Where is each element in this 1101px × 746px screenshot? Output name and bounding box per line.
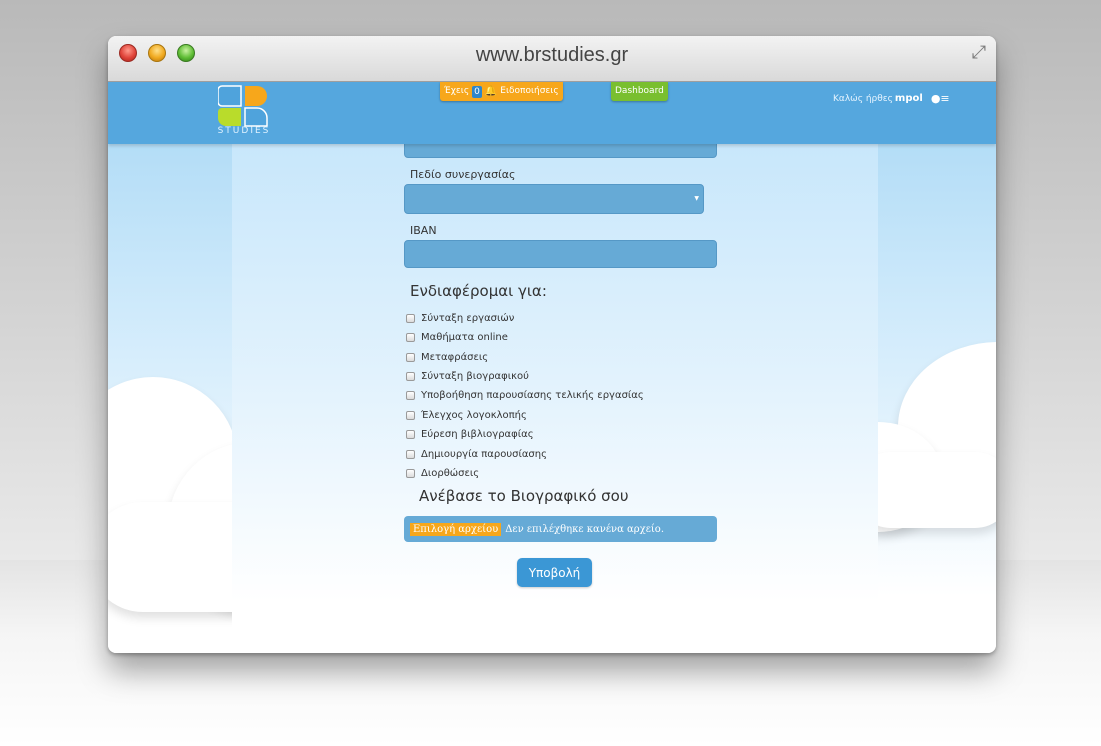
fullscreen-icon[interactable]: ⤢ <box>968 42 990 64</box>
interest-label: Μαθήματα online <box>421 331 508 343</box>
interest-heading: Ενδιαφέρομαι για: <box>410 282 547 300</box>
logo-text: STUDIES <box>217 126 271 136</box>
page-url: www.brstudies.gr <box>475 44 629 66</box>
interest-option[interactable]: Υποβοήθηση παρουσίασης τελικής εργασίας <box>406 387 644 403</box>
checkbox[interactable] <box>406 371 415 381</box>
cooperation-select[interactable]: ▼ <box>404 184 704 214</box>
chevron-down-icon: ▼ <box>694 195 699 202</box>
interest-label: Δημιουργία παρουσίασης <box>421 448 547 460</box>
interest-label: Σύνταξη βιογραφικού <box>421 370 529 382</box>
interest-label: Διορθώσεις <box>421 467 480 479</box>
interest-option[interactable]: Σύνταξη βιογραφικού <box>406 368 529 384</box>
page-viewport: Πεδίο συνεργασίας ▼ IBAN Ενδιαφέρομαι γι… <box>108 82 996 653</box>
interest-label: Σύνταξη εργασιών <box>421 312 515 324</box>
interest-option[interactable]: Έλεγχος λογοκλοπής <box>406 407 527 423</box>
notifications-button[interactable]: Έχεις 0 🔔 Ειδοποιήσεις <box>440 82 563 101</box>
checkbox[interactable] <box>406 410 415 420</box>
browser-window: www.brstudies.gr ⤢ Πεδίο συνεργασίας ▼ I… <box>108 36 996 653</box>
submit-button[interactable]: Υποβολή <box>517 558 592 587</box>
iban-input[interactable] <box>404 240 717 268</box>
upload-heading: Ανέβασε το Βιογραφικό σου <box>419 487 629 505</box>
checkbox[interactable] <box>406 352 415 362</box>
interest-option[interactable]: Σύνταξη εργασιών <box>406 310 514 326</box>
interest-label: Εύρεση βιβλιογραφίας <box>421 428 534 440</box>
interest-option[interactable]: Μαθήματα online <box>406 329 508 345</box>
checkbox[interactable] <box>406 332 415 342</box>
bell-icon: 🔔 <box>484 86 498 97</box>
interest-option[interactable]: Διορθώσεις <box>406 465 479 481</box>
notifications-count: 0 <box>472 85 482 98</box>
checkbox[interactable] <box>406 313 415 323</box>
iban-label: IBAN <box>410 224 437 237</box>
interest-option[interactable]: Μεταφράσεις <box>406 349 488 365</box>
file-status-text: Δεν επιλέχθηκε κανένα αρχείο. <box>505 523 665 535</box>
title-bar: www.brstudies.gr ⤢ <box>108 36 996 82</box>
file-upload-field: Επιλογή αρχείου Δεν επιλέχθηκε κανένα αρ… <box>404 516 717 542</box>
checkbox[interactable] <box>406 449 415 459</box>
choose-file-button[interactable]: Επιλογή αρχείου <box>410 522 502 536</box>
form-panel: Πεδίο συνεργασίας ▼ IBAN Ενδιαφέρομαι γι… <box>232 136 878 653</box>
interest-option[interactable]: Εύρεση βιβλιογραφίας <box>406 426 534 442</box>
user-welcome[interactable]: Καλώς ήρθες mpol ●≡ <box>833 92 950 105</box>
user-menu-icon[interactable]: ●≡ <box>931 92 950 105</box>
notifications-prefix: Έχεις <box>444 86 470 96</box>
dashboard-button[interactable]: Dashboard <box>611 82 668 101</box>
interest-label: Υποβοήθηση παρουσίασης τελικής εργασίας <box>421 389 644 401</box>
cooperation-field-label: Πεδίο συνεργασίας <box>410 168 516 181</box>
welcome-text: Καλώς ήρθες <box>833 93 893 104</box>
interest-option[interactable]: Δημιουργία παρουσίασης <box>406 446 547 462</box>
checkbox[interactable] <box>406 468 415 478</box>
notifications-suffix: Ειδοποιήσεις <box>500 86 559 96</box>
site-navbar: STUDIES Έχεις 0 🔔 Ειδοποιήσεις Dashboard… <box>108 82 996 144</box>
username: mpol <box>894 93 923 104</box>
checkbox[interactable] <box>406 390 415 400</box>
checkbox[interactable] <box>406 429 415 439</box>
interest-label: Μεταφράσεις <box>421 351 489 363</box>
interest-label: Έλεγχος λογοκλοπής <box>421 409 527 421</box>
